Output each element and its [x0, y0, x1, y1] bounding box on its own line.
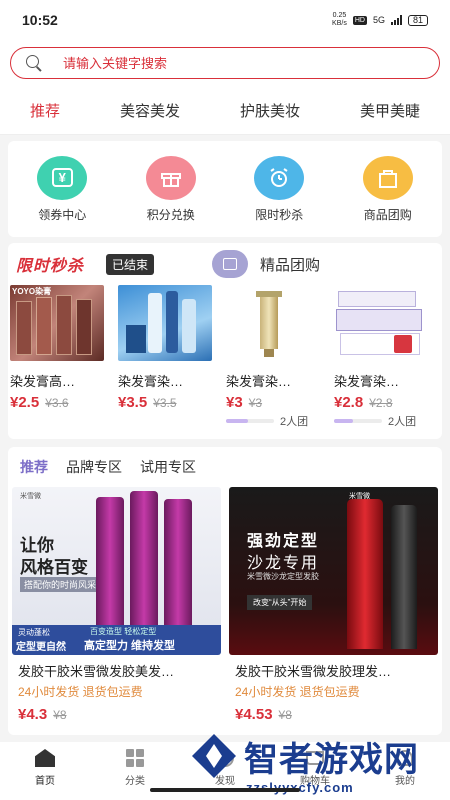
product-image[interactable]	[334, 285, 428, 361]
current-price: ¥3	[226, 394, 243, 411]
group-product-card[interactable]: 染发膏染… ¥2.8 ¥2.8 2人团	[334, 285, 442, 429]
network-speed: 0.25 KB/s	[332, 12, 347, 27]
product-image[interactable]: 米雪微 让你 风格百变 搭配你的时尚风采 灵动蓬松 定型更自然 百变造型 轻松定…	[12, 487, 221, 655]
original-price: ¥3.5	[153, 396, 177, 410]
original-price: ¥2.8	[369, 396, 393, 410]
tab-nail-lash[interactable]: 美甲美睫	[354, 100, 426, 121]
product-name: 发胶干胶米雪微发胶理发…	[235, 664, 392, 679]
product-image[interactable]: YOYO染膏	[10, 285, 104, 361]
product-name: 染发膏高…	[10, 374, 76, 389]
product-name: 染发膏染…	[118, 374, 184, 389]
original-price: ¥8	[278, 708, 292, 722]
flash-sale-products: YOYO染膏 染发膏高… ¥2.5 ¥3.6 染发膏染… ¥3.5 ¥3.5 染…	[8, 285, 442, 429]
tab-hair-beauty[interactable]: 美容美发	[114, 100, 186, 121]
feed-product-card[interactable]: 米雪微 让你 风格百变 搭配你的时尚风采 灵动蓬松 定型更自然 百变造型 轻松定…	[12, 487, 221, 723]
product-price: ¥2.5 ¥3.6	[10, 394, 118, 411]
group-progress-bar	[226, 419, 274, 423]
watermark-text: 智者游戏网	[244, 740, 419, 780]
nav-label: 首页	[35, 776, 55, 787]
group-size: 2人团	[280, 416, 309, 428]
status-icons: 0.25 KB/s HD 5G 81	[332, 12, 428, 28]
shopping-bag-icon	[362, 155, 413, 200]
quick-entry-label: 商品团购	[363, 207, 412, 222]
signal-type: 5G	[372, 15, 385, 25]
coupon-icon: ¥	[37, 155, 88, 200]
quick-entry-coupon-center[interactable]: ¥ 领券中心	[17, 155, 107, 223]
quick-entry-label: 积分兑换	[146, 207, 195, 222]
status-time: 10:52	[22, 12, 58, 28]
group-size: 2人团	[388, 416, 417, 428]
current-price: ¥4.3	[18, 706, 48, 723]
product-price: ¥4.53 ¥8	[229, 706, 438, 723]
status-badge: 已结束	[106, 253, 155, 275]
home-icon	[34, 748, 56, 768]
feed-product-card[interactable]: 强劲定型 沙龙专用 米雪微沙龙定型发胶 改变“从头”开始 米雪微 发胶干胶米雪微…	[229, 487, 438, 723]
quick-entry-points-exchange[interactable]: 积分兑换	[126, 155, 216, 223]
quick-entry-flash-sale[interactable]: 限时秒杀	[234, 155, 324, 223]
alarm-clock-icon	[254, 155, 305, 200]
feed-tab-brand-zone[interactable]: 品牌专区	[66, 457, 122, 477]
feed-tab-recommend[interactable]: 推荐	[20, 457, 48, 477]
product-image[interactable]	[226, 285, 320, 361]
product-price: ¥3.5 ¥3.5	[118, 394, 226, 411]
shipping-info: 24小时发货 退货包运费	[235, 685, 360, 699]
search-icon[interactable]	[25, 54, 43, 72]
group-progress: 2人团	[226, 413, 334, 429]
product-price: ¥2.8 ¥2.8	[334, 394, 442, 411]
hd-badge: HD	[352, 15, 367, 25]
product-price: ¥3 ¥3	[226, 394, 334, 411]
search-bar-wrap	[0, 40, 450, 87]
tab-recommend[interactable]: 推荐	[24, 100, 66, 121]
current-price: ¥2.5	[10, 394, 40, 411]
product-image[interactable]: 强劲定型 沙龙专用 米雪微沙龙定型发胶 改变“从头”开始 米雪微	[229, 487, 438, 655]
gift-icon	[145, 155, 196, 200]
current-price: ¥2.8	[334, 394, 364, 411]
nav-category[interactable]: 分类	[100, 748, 170, 787]
quick-entry-group-buy[interactable]: 商品团购	[343, 155, 433, 223]
quick-entries: ¥ 领券中心 积分兑换 限时秒杀 商品团购	[8, 141, 442, 237]
product-price: ¥4.3 ¥8	[12, 706, 221, 723]
product-name: 发胶干胶米雪微发胶美发…	[18, 664, 175, 679]
flash-sale-header: 限时秒杀 已结束 精品团购	[8, 243, 442, 285]
original-price: ¥3.6	[45, 396, 69, 410]
current-price: ¥3.5	[118, 394, 148, 411]
category-icon	[124, 748, 146, 768]
search-bar[interactable]	[10, 47, 440, 79]
feed-grid: 米雪微 让你 风格百变 搭配你的时尚风采 灵动蓬松 定型更自然 百变造型 轻松定…	[8, 487, 442, 723]
product-name: 染发膏染…	[334, 374, 400, 389]
flash-sale-title[interactable]: 限时秒杀	[16, 252, 84, 276]
original-price: ¥3	[248, 396, 263, 410]
quick-entry-label: 领券中心	[38, 207, 87, 222]
home-gesture-bar[interactable]	[150, 788, 300, 792]
quick-entry-label: 限时秒杀	[255, 207, 304, 222]
current-price: ¥4.53	[235, 706, 273, 723]
signal-icon	[390, 15, 402, 25]
flash-product-card[interactable]: YOYO染膏 染发膏高… ¥2.5 ¥3.6	[10, 285, 118, 429]
feed-tabs: 推荐 品牌专区 试用专区	[8, 447, 442, 487]
product-image[interactable]	[118, 285, 212, 361]
group-buy-icon	[212, 250, 249, 278]
status-bar: 10:52 0.25 KB/s HD 5G 81	[0, 0, 450, 40]
feed-tab-trial-zone[interactable]: 试用专区	[140, 457, 196, 477]
flash-sale-section: 限时秒杀 已结束 精品团购 YOYO染膏 染发膏高… ¥2.5 ¥3.6 染发膏…	[8, 243, 442, 439]
watermark-logo-icon	[192, 734, 236, 778]
shipping-info: 24小时发货 退货包运费	[18, 685, 143, 699]
tab-skincare-makeup[interactable]: 护肤美妆	[234, 100, 306, 121]
flash-product-card[interactable]: 染发膏染… ¥3.5 ¥3.5	[118, 285, 226, 429]
battery-icon: 81	[407, 14, 428, 26]
group-product-card[interactable]: 染发膏染… ¥3 ¥3 2人团	[226, 285, 334, 429]
product-name: 染发膏染…	[226, 374, 292, 389]
original-price: ¥8	[53, 708, 67, 722]
search-input[interactable]	[63, 55, 363, 71]
group-progress: 2人团	[334, 413, 442, 429]
nav-label: 分类	[125, 776, 145, 787]
group-progress-bar	[334, 419, 382, 423]
category-tabs: 推荐 美容美发 护肤美妆 美甲美睫	[0, 87, 450, 135]
nav-home[interactable]: 首页	[10, 748, 80, 787]
group-buy-title[interactable]: 精品团购	[260, 254, 320, 275]
product-feed: 推荐 品牌专区 试用专区 米雪微 让你 风格百变 搭配你的时尚风采 灵动蓬松 定…	[8, 447, 442, 735]
